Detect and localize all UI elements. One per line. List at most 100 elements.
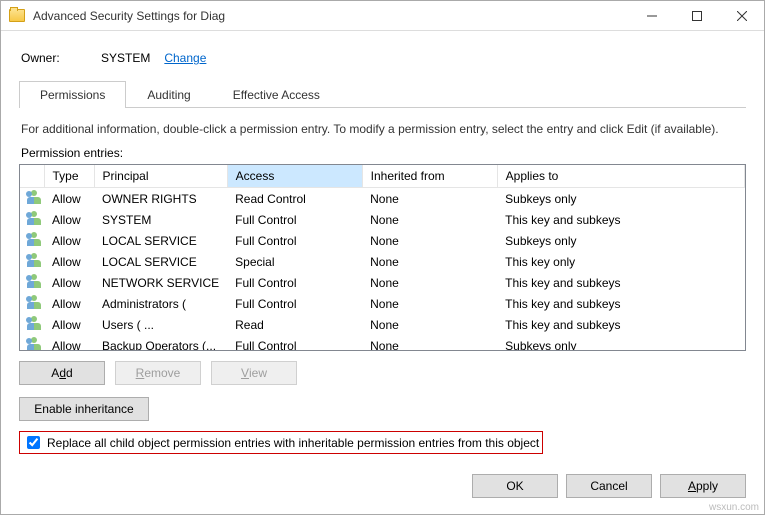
cell-access: Full Control (227, 209, 362, 230)
cell-inherited: None (362, 335, 497, 350)
minimize-icon (647, 11, 657, 21)
people-icon (26, 337, 42, 350)
titlebar: Advanced Security Settings for Diag (1, 1, 764, 31)
cancel-button[interactable]: Cancel (566, 474, 652, 498)
cell-applies: This key and subkeys (497, 272, 744, 293)
col-applies[interactable]: Applies to (497, 165, 744, 188)
folder-icon (9, 9, 25, 22)
minimize-button[interactable] (629, 1, 674, 30)
table-row[interactable]: AllowOWNER RIGHTSRead ControlNoneSubkeys… (20, 188, 745, 210)
row-icon-cell (20, 188, 44, 210)
view-button: View (211, 361, 297, 385)
cell-principal: Users ( ... (94, 314, 227, 335)
table-row[interactable]: AllowAdministrators (Full ControlNoneThi… (20, 293, 745, 314)
table-row[interactable]: AllowLOCAL SERVICEFull ControlNoneSubkey… (20, 230, 745, 251)
table-row[interactable]: AllowSYSTEMFull ControlNoneThis key and … (20, 209, 745, 230)
cell-access: Full Control (227, 335, 362, 350)
cell-type: Allow (44, 209, 94, 230)
row-icon-cell (20, 209, 44, 230)
apply-button[interactable]: Apply (660, 474, 746, 498)
info-text: For additional information, double-click… (21, 122, 744, 136)
row-icon-cell (20, 293, 44, 314)
col-principal[interactable]: Principal (94, 165, 227, 188)
remove-button: Remove (115, 361, 201, 385)
window-buttons (629, 1, 764, 30)
entry-buttons: Add Remove View (19, 361, 746, 385)
cell-type: Allow (44, 251, 94, 272)
people-icon (26, 253, 42, 267)
permission-entries-label: Permission entries: (21, 146, 746, 160)
cell-principal: Administrators ( (94, 293, 227, 314)
replace-checkbox[interactable] (27, 436, 40, 449)
cell-access: Read Control (227, 188, 362, 210)
table-row[interactable]: AllowLOCAL SERVICESpecialNoneThis key on… (20, 251, 745, 272)
owner-label: Owner: (21, 51, 101, 65)
dialog-footer: OK Cancel Apply (1, 464, 764, 514)
replace-checkbox-row[interactable]: Replace all child object permission entr… (19, 431, 543, 454)
row-icon-cell (20, 335, 44, 350)
cell-applies: This key only (497, 251, 744, 272)
people-icon (26, 316, 42, 330)
cell-inherited: None (362, 209, 497, 230)
permission-table-scroll[interactable]: Type Principal Access Inherited from App… (20, 165, 745, 350)
col-type[interactable]: Type (44, 165, 94, 188)
cell-principal: SYSTEM (94, 209, 227, 230)
table-header-row: Type Principal Access Inherited from App… (20, 165, 745, 188)
cell-inherited: None (362, 314, 497, 335)
table-body: AllowOWNER RIGHTSRead ControlNoneSubkeys… (20, 188, 745, 351)
cell-access: Full Control (227, 293, 362, 314)
ok-button[interactable]: OK (472, 474, 558, 498)
col-inherited[interactable]: Inherited from (362, 165, 497, 188)
cell-type: Allow (44, 188, 94, 210)
close-button[interactable] (719, 1, 764, 30)
window-title: Advanced Security Settings for Diag (33, 9, 629, 23)
cell-access: Read (227, 314, 362, 335)
cell-inherited: None (362, 251, 497, 272)
table-row[interactable]: AllowBackup Operators (...Full ControlNo… (20, 335, 745, 350)
cell-type: Allow (44, 272, 94, 293)
maximize-button[interactable] (674, 1, 719, 30)
row-icon-cell (20, 230, 44, 251)
row-icon-cell (20, 314, 44, 335)
cell-access: Special (227, 251, 362, 272)
content-area: Owner: SYSTEM Change Permissions Auditin… (1, 31, 764, 464)
security-dialog: Advanced Security Settings for Diag Owne… (0, 0, 765, 515)
cell-type: Allow (44, 230, 94, 251)
cell-applies: This key and subkeys (497, 209, 744, 230)
close-icon (737, 11, 747, 21)
cell-type: Allow (44, 293, 94, 314)
cell-principal: LOCAL SERVICE (94, 230, 227, 251)
table-row[interactable]: AllowNETWORK SERVICEFull ControlNoneThis… (20, 272, 745, 293)
col-access[interactable]: Access (227, 165, 362, 188)
people-icon (26, 274, 42, 288)
col-icon[interactable] (20, 165, 44, 188)
cell-principal: NETWORK SERVICE (94, 272, 227, 293)
permission-table-container: Type Principal Access Inherited from App… (19, 164, 746, 351)
cell-inherited: None (362, 272, 497, 293)
enable-inheritance-button[interactable]: Enable inheritance (19, 397, 149, 421)
watermark: wsxun.com (709, 502, 759, 513)
add-button[interactable]: Add (19, 361, 105, 385)
people-icon (26, 211, 42, 225)
cell-applies: Subkeys only (497, 188, 744, 210)
permission-table: Type Principal Access Inherited from App… (20, 165, 745, 350)
cell-access: Full Control (227, 272, 362, 293)
people-icon (26, 232, 42, 246)
row-icon-cell (20, 251, 44, 272)
owner-value: SYSTEM (101, 51, 150, 65)
cell-inherited: None (362, 293, 497, 314)
cell-applies: This key and subkeys (497, 314, 744, 335)
tab-effective-access[interactable]: Effective Access (212, 81, 341, 108)
maximize-icon (692, 11, 702, 21)
cell-applies: Subkeys only (497, 335, 744, 350)
replace-checkbox-label: Replace all child object permission entr… (47, 436, 539, 450)
cell-applies: Subkeys only (497, 230, 744, 251)
table-row[interactable]: AllowUsers ( ...ReadNoneThis key and sub… (20, 314, 745, 335)
change-owner-link[interactable]: Change (164, 51, 206, 65)
tab-permissions[interactable]: Permissions (19, 81, 126, 108)
owner-row: Owner: SYSTEM Change (21, 51, 746, 65)
cell-principal: Backup Operators (... (94, 335, 227, 350)
tab-auditing[interactable]: Auditing (126, 81, 211, 108)
people-icon (26, 190, 42, 204)
cell-principal: LOCAL SERVICE (94, 251, 227, 272)
